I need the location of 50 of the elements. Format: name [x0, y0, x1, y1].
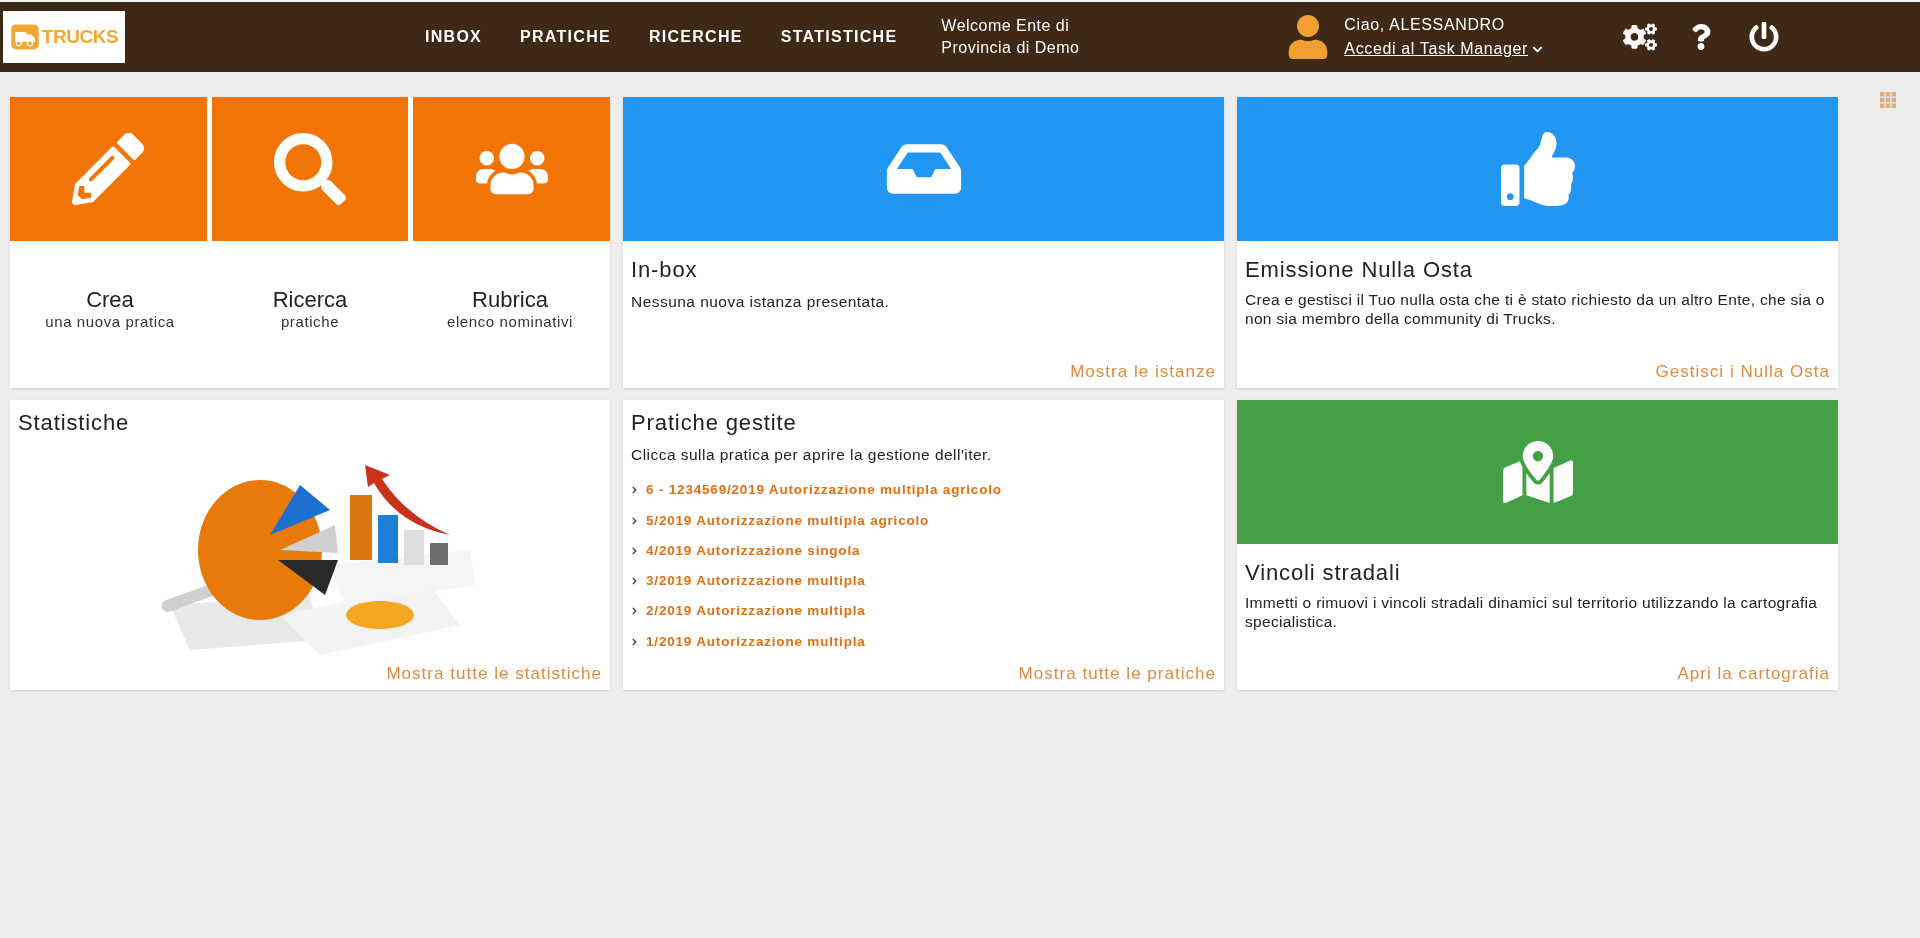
- card-link[interactable]: Apri la cartografia: [1677, 660, 1830, 686]
- card-title: Statistiche: [18, 409, 131, 437]
- welcome-text: Welcome Ente di Provincia di Demo: [941, 16, 1081, 58]
- greeting: Ciao, ALESSANDRO: [1344, 15, 1506, 35]
- chevron-icon: [631, 486, 638, 495]
- card-title: Emissione Nulla Osta: [1245, 256, 1474, 284]
- action-tile[interactable]: [211, 97, 409, 241]
- card-text: Immetti o rimuovi i vincoli stradali dinamici sul territorio utilizzando la cartografia specialistica.: [1245, 593, 1819, 631]
- chevron-icon: [631, 637, 638, 646]
- nav-link[interactable]: RICERCHE: [648, 25, 743, 49]
- truck-icon: [9, 22, 40, 52]
- pratica-link[interactable]: 3/2019 Autorizzazione multipla: [646, 571, 866, 592]
- task-manager-link[interactable]: Accedi al Task Manager: [1344, 37, 1543, 61]
- logo[interactable]: TRUCKS: [3, 11, 125, 63]
- logo-text: TRUCKS: [41, 24, 119, 49]
- pratica-link[interactable]: 5/2019 Autorizzazione multipla agricolo: [646, 510, 930, 531]
- pencil-icon: [72, 133, 145, 205]
- action-subtitle: una nuova pratica: [45, 313, 175, 330]
- card-link[interactable]: Mostra tutte le statistiche: [386, 660, 602, 686]
- card-text: Nessuna nuova istanza presentata.: [631, 292, 891, 312]
- pratica-link[interactable]: 2/2019 Autorizzazione multipla: [646, 601, 866, 622]
- action-title[interactable]: Crea: [86, 287, 134, 313]
- card-title: Vincoli stradali: [1245, 559, 1402, 587]
- pratica-link[interactable]: 4/2019 Autorizzazione singola: [646, 540, 861, 561]
- card-link[interactable]: Gestisci i Nulla Osta: [1655, 358, 1830, 384]
- nav-link[interactable]: PRATICHE: [520, 25, 611, 49]
- nav-link[interactable]: STATISTICHE: [780, 25, 898, 49]
- card-link[interactable]: Mostra le istanze: [1070, 358, 1216, 384]
- search-icon: [274, 133, 346, 205]
- card-title: Pratiche gestite: [631, 409, 798, 437]
- chevron-icon: [631, 577, 638, 586]
- card-title: In-box: [631, 256, 699, 284]
- pratica-link[interactable]: 6 - 1234569/2019 Autorizzazione multipla agricolo: [646, 480, 1002, 501]
- power-button[interactable]: [1749, 22, 1779, 52]
- action-tile[interactable]: [413, 97, 610, 241]
- action-subtitle: elenco nominativi: [446, 313, 574, 330]
- thumbs-up-icon: [1500, 132, 1575, 206]
- card-text: Clicca sulla pratica per aprire la gestione dell'iter.: [631, 445, 993, 465]
- card-text: Crea e gestisci il Tuo nulla osta che ti è stato richiesto da un altro Ente, che sia o non sia membro della community di Trucks.: [1245, 290, 1826, 328]
- action-title[interactable]: Ricerca: [272, 287, 348, 313]
- grid-icon[interactable]: [1880, 92, 1896, 108]
- nav-link[interactable]: INBOX: [425, 25, 483, 49]
- action-tile[interactable]: [10, 97, 207, 241]
- card-link[interactable]: Mostra tutte le pratiche: [1018, 660, 1216, 686]
- chevron-icon: [631, 546, 638, 555]
- chevron-icon: [631, 607, 638, 616]
- pratica-link[interactable]: 1/2019 Autorizzazione multipla: [646, 631, 866, 652]
- action-title[interactable]: Rubrica: [472, 287, 548, 313]
- chevron-icon: [631, 516, 638, 525]
- action-subtitle: pratiche: [280, 313, 340, 330]
